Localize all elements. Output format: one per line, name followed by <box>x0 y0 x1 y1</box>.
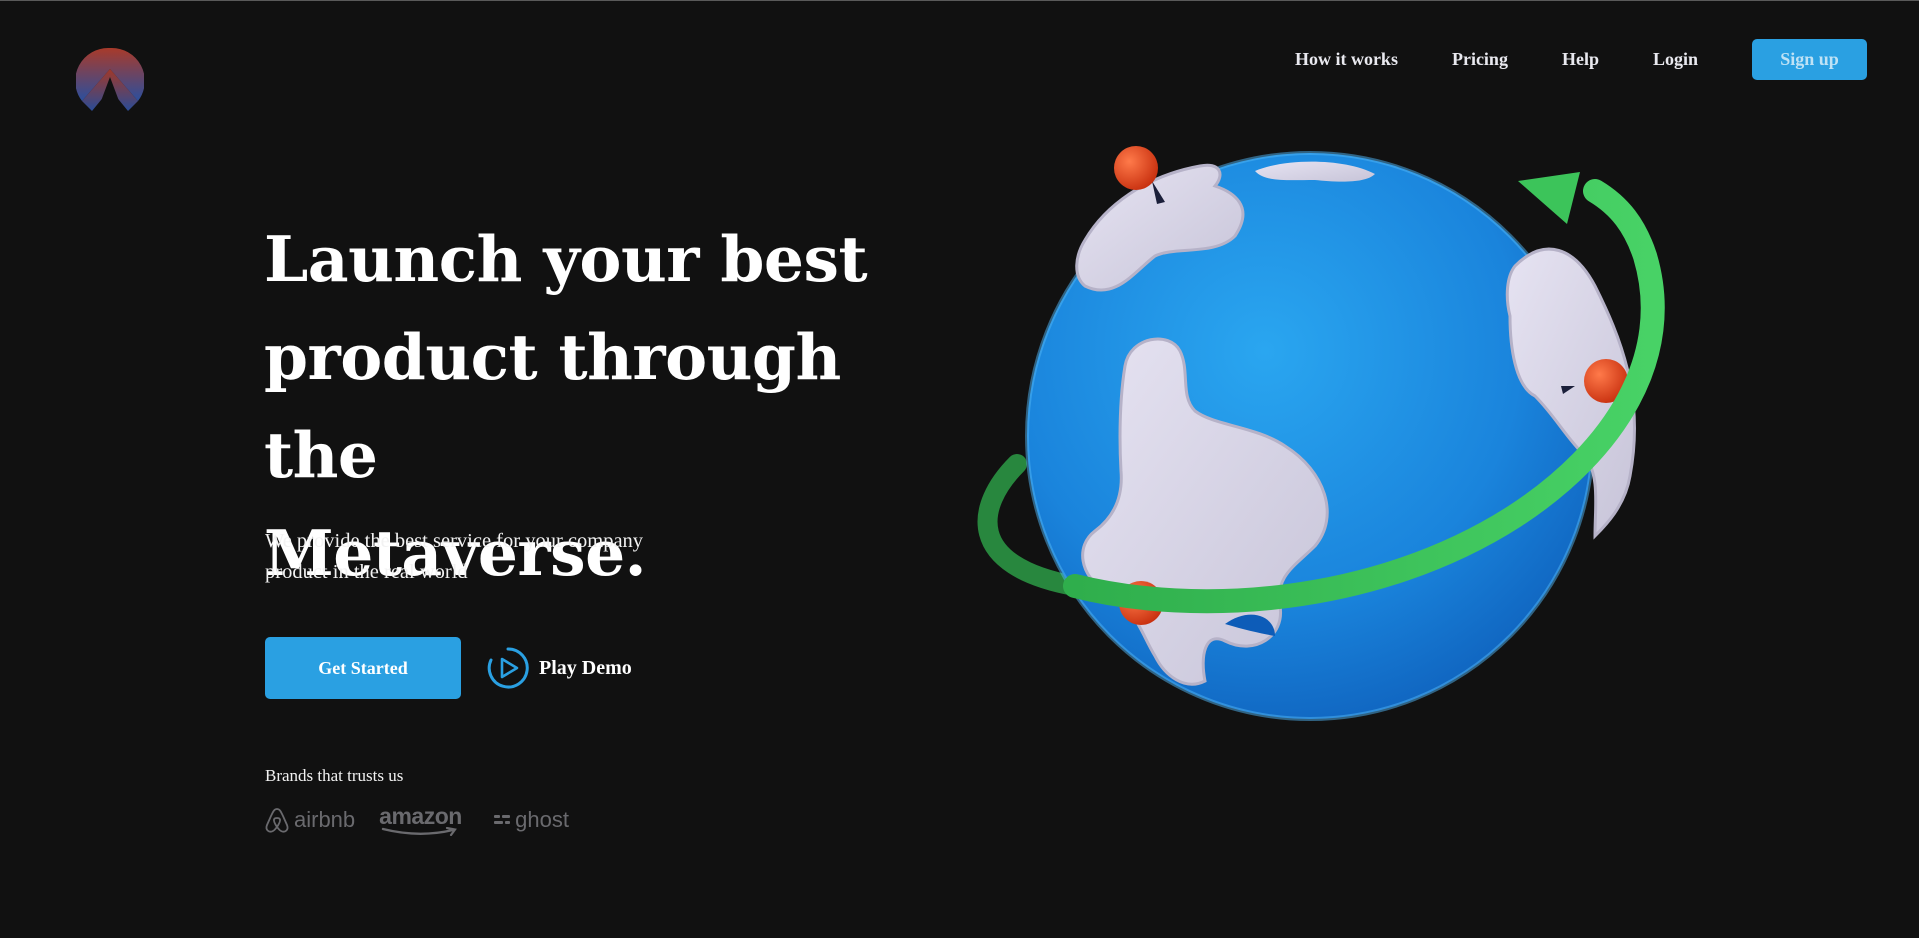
brand-ghost-label: ghost <box>515 807 569 832</box>
ghost-icon <box>494 815 511 824</box>
nav-how-it-works[interactable]: How it works <box>1295 49 1398 70</box>
brand-airbnb-label: airbnb <box>294 807 356 832</box>
top-border <box>0 0 1919 1</box>
brand-airbnb: airbnb <box>264 806 355 834</box>
hero-title-line: product through the <box>264 320 841 492</box>
hero-subtitle-line: product in the real world <box>265 561 468 583</box>
globe-orbit-illustration <box>977 146 1665 721</box>
brands-title: Brands that trusts us <box>265 766 404 785</box>
brand-amazon-label: amazon <box>379 802 462 829</box>
play-demo-label: Play Demo <box>539 656 632 679</box>
brand-logos: airbnb amazon ghost <box>264 804 593 836</box>
brand-ghost: ghost <box>493 807 569 833</box>
hero-subtitle-line: We provide the best service for your com… <box>265 530 644 552</box>
brand-amazon: amazon <box>379 802 469 836</box>
hero-title-line: Launch your best <box>264 222 868 296</box>
orbit-arrowhead <box>1518 172 1580 224</box>
amazon-smile-icon <box>381 826 458 836</box>
logo-icon[interactable] <box>76 47 144 113</box>
play-demo-button[interactable]: Play Demo <box>486 646 632 690</box>
main-nav: How it works Pricing Help Login Sign up <box>1295 38 1867 80</box>
hero-subtitle: We provide the best service for your com… <box>265 526 735 588</box>
airbnb-icon <box>265 808 289 833</box>
nav-help[interactable]: Help <box>1562 49 1599 70</box>
signup-button[interactable]: Sign up <box>1752 38 1867 80</box>
nav-login[interactable]: Login <box>1653 49 1698 70</box>
get-started-button[interactable]: Get Started <box>265 637 461 699</box>
nav-pricing[interactable]: Pricing <box>1452 49 1508 70</box>
play-circle-icon <box>487 647 529 689</box>
